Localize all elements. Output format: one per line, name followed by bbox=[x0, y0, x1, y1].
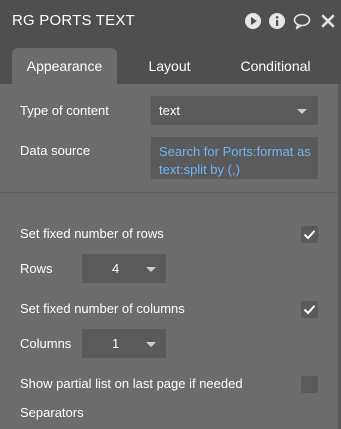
type-of-content-dropdown[interactable]: text bbox=[151, 96, 318, 125]
checkmark-icon bbox=[303, 230, 316, 240]
appearance-tab-content: Type of content text Data source Search … bbox=[0, 84, 338, 429]
panel-header: RG PORTS TEXT bbox=[0, 0, 341, 44]
section-divider bbox=[0, 192, 338, 193]
columns-dropdown[interactable]: 1 bbox=[82, 329, 166, 358]
chevron-down-icon bbox=[297, 109, 307, 114]
fixed-columns-checkbox[interactable] bbox=[301, 301, 318, 318]
checkmark-icon bbox=[303, 305, 316, 315]
rows-dropdown[interactable]: 4 bbox=[82, 254, 166, 283]
rows-value: 4 bbox=[112, 261, 120, 276]
chevron-down-icon bbox=[146, 342, 156, 347]
partial-list-label: Show partial list on last page if needed bbox=[20, 376, 243, 391]
type-of-content-value: text bbox=[159, 103, 180, 118]
type-of-content-label: Type of content bbox=[20, 103, 109, 118]
chevron-down-icon bbox=[146, 267, 156, 272]
fixed-rows-checkbox[interactable] bbox=[301, 226, 318, 243]
data-source-label: Data source bbox=[20, 143, 91, 158]
tab-layout[interactable]: Layout bbox=[122, 48, 217, 84]
separators-label: Separators bbox=[20, 405, 84, 420]
comment-icon[interactable] bbox=[293, 12, 311, 30]
property-editor-panel: RG PORTS TEXT Appearance Layout Conditio… bbox=[0, 0, 341, 429]
fixed-rows-label: Set fixed number of rows bbox=[20, 226, 164, 241]
info-icon[interactable] bbox=[268, 12, 286, 30]
fixed-columns-label: Set fixed number of columns bbox=[20, 301, 185, 316]
tab-bar: Appearance Layout Conditional bbox=[0, 44, 341, 84]
partial-list-checkbox[interactable] bbox=[301, 376, 318, 393]
tab-conditional[interactable]: Conditional bbox=[228, 48, 323, 84]
rows-label: Rows bbox=[20, 261, 53, 276]
play-icon[interactable] bbox=[244, 12, 262, 30]
close-icon[interactable] bbox=[319, 12, 337, 30]
columns-label: Columns bbox=[20, 336, 72, 351]
element-name-title: RG PORTS TEXT bbox=[12, 12, 135, 29]
columns-value: 1 bbox=[112, 336, 120, 351]
tab-appearance[interactable]: Appearance bbox=[12, 48, 117, 84]
data-source-expression: Search for Ports:format as text:split by… bbox=[159, 144, 311, 177]
data-source-expression-field[interactable]: Search for Ports:format as text:split by… bbox=[151, 137, 318, 179]
